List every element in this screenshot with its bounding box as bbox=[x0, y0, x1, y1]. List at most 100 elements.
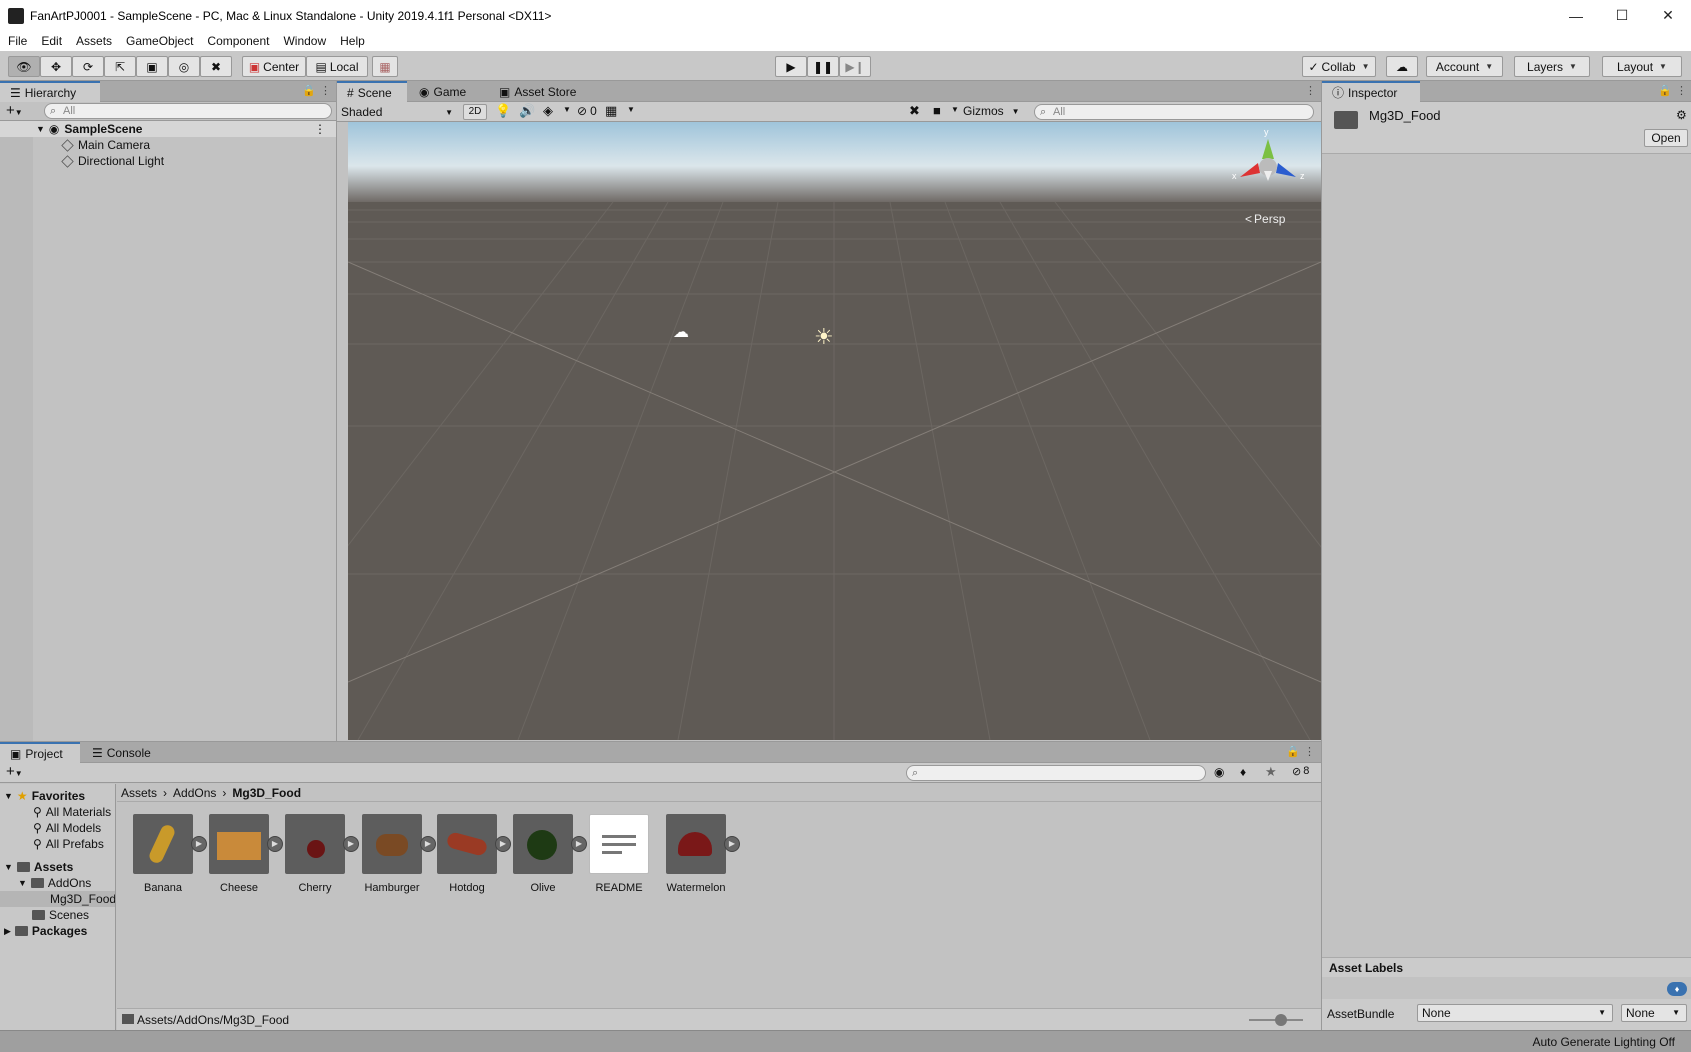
menu-edit[interactable]: Edit bbox=[41, 34, 62, 48]
search-by-type-icon[interactable]: ◉ bbox=[1214, 765, 1224, 779]
scene-menu-icon[interactable]: ⋮ bbox=[314, 122, 326, 136]
asset-item[interactable]: ▶ Hamburger bbox=[357, 814, 436, 894]
2d-toggle-button[interactable]: 2D bbox=[463, 104, 487, 120]
favorites-item[interactable]: ⚲ All Models bbox=[33, 820, 101, 836]
scenes-node[interactable]: Scenes bbox=[32, 907, 89, 923]
effects-icon[interactable]: ◈ bbox=[543, 103, 553, 119]
chevron-down-icon[interactable]: ▼ bbox=[627, 105, 635, 114]
breadcrumb-item[interactable]: AddOns bbox=[173, 786, 216, 800]
settings-gear-icon[interactable]: ⚙ bbox=[1676, 108, 1687, 122]
cloud-icon[interactable]: ☁ bbox=[1386, 56, 1418, 77]
add-icon[interactable]: +▼ bbox=[6, 763, 23, 780]
rotate-tool-icon[interactable]: ⟳ bbox=[72, 56, 104, 77]
transform-tool-icon[interactable]: ◎ bbox=[168, 56, 200, 77]
maximize-icon[interactable]: ☐ bbox=[1599, 0, 1645, 31]
scale-tool-icon[interactable]: ⇱ bbox=[104, 56, 136, 77]
panel-menu-icon[interactable]: ⋮ bbox=[320, 84, 331, 97]
search-by-label-icon[interactable]: ♦ bbox=[1240, 765, 1246, 779]
custom-tool-icon[interactable]: ✖ bbox=[200, 56, 232, 77]
chevron-down-icon[interactable]: ▼ bbox=[563, 105, 571, 114]
layers-dropdown[interactable]: Layers ▼ bbox=[1514, 56, 1590, 77]
tab-scene[interactable]: # Scene bbox=[337, 81, 407, 102]
scene-search-input[interactable]: All bbox=[1034, 104, 1314, 120]
lock-icon[interactable]: 🔒 bbox=[1286, 745, 1300, 758]
collab-dropdown[interactable]: ✓ Collab ▼ bbox=[1302, 56, 1376, 77]
lock-icon[interactable]: 🔒 bbox=[302, 84, 316, 97]
menu-help[interactable]: Help bbox=[340, 34, 365, 48]
favorites-item[interactable]: ⚲ All Prefabs bbox=[33, 836, 104, 852]
menu-window[interactable]: Window bbox=[283, 34, 326, 48]
move-tool-icon[interactable]: ✥ bbox=[40, 56, 72, 77]
scene-row[interactable]: ▼ ◉ SampleScene ⋮ bbox=[0, 121, 336, 137]
assetbundle-dropdown[interactable]: None ▼ bbox=[1417, 1004, 1613, 1022]
persp-toggle[interactable]: < Persp bbox=[1245, 212, 1285, 226]
tools-icon[interactable]: ✖ bbox=[909, 103, 920, 119]
chevron-down-icon[interactable]: ▼ bbox=[951, 105, 959, 114]
tab-hierarchy[interactable]: ☰ Hierarchy bbox=[0, 81, 100, 102]
view-tool-icon[interactable]: 👁 bbox=[8, 56, 40, 77]
add-icon[interactable]: +▼ bbox=[6, 102, 23, 119]
lock-icon[interactable]: 🔒 bbox=[1658, 84, 1672, 97]
minimize-icon[interactable]: — bbox=[1553, 0, 1599, 31]
rect-tool-icon[interactable]: ▣ bbox=[136, 56, 168, 77]
pause-button[interactable]: ❚❚ bbox=[807, 56, 839, 77]
scene-viewport[interactable]: ☁ ☀ y x z < Persp bbox=[348, 122, 1321, 740]
addons-node[interactable]: ▼ AddOns bbox=[18, 875, 91, 891]
project-search-input[interactable] bbox=[906, 765, 1206, 781]
assets-node[interactable]: ▼ Assets bbox=[4, 859, 73, 875]
panel-menu-icon[interactable]: ⋮ bbox=[1676, 84, 1687, 97]
pivot-center-button[interactable]: ▣ Center bbox=[242, 56, 306, 77]
camera-icon[interactable]: ■ bbox=[933, 103, 941, 118]
hierarchy-item[interactable]: Main Camera bbox=[61, 137, 150, 153]
orientation-gizmo[interactable]: y x z bbox=[1228, 127, 1308, 207]
asset-item[interactable]: ▶ Banana bbox=[128, 814, 207, 894]
tab-game[interactable]: ◉ Game bbox=[409, 81, 476, 102]
tab-project[interactable]: ▣ Project bbox=[0, 742, 80, 763]
menu-assets[interactable]: Assets bbox=[76, 34, 112, 48]
label-tag-icon[interactable]: ♦ bbox=[1667, 982, 1687, 996]
shading-mode-dropdown[interactable]: Shaded ▼ bbox=[341, 104, 457, 120]
lighting-icon[interactable]: 💡 bbox=[495, 103, 511, 119]
asset-item[interactable]: ▶ Cherry bbox=[280, 814, 359, 894]
asset-item[interactable]: ▶ Hotdog bbox=[432, 814, 511, 894]
packages-node[interactable]: ▶ Packages bbox=[4, 923, 87, 939]
account-dropdown[interactable]: Account ▼ bbox=[1426, 56, 1503, 77]
tab-inspector[interactable]: ⓘ Inspector bbox=[1322, 81, 1420, 102]
hidden-objects-toggle[interactable]: ⊘ 0 bbox=[577, 104, 597, 118]
panel-menu-icon[interactable]: ⋮ bbox=[1305, 84, 1316, 97]
breadcrumb-item[interactable]: Assets bbox=[121, 786, 157, 800]
asset-item[interactable]: README bbox=[584, 814, 654, 894]
play-button[interactable]: ▶ bbox=[775, 56, 807, 77]
asset-item[interactable]: ▶ Watermelon bbox=[661, 814, 740, 894]
mg3d-food-node[interactable]: Mg3D_Food bbox=[0, 891, 115, 907]
favorites-item[interactable]: ⚲ All Materials bbox=[33, 804, 111, 820]
tab-asset-store[interactable]: ▣ Asset Store bbox=[489, 81, 586, 102]
favorites-node[interactable]: ▼ ★ Favorites bbox=[4, 788, 85, 804]
pivot-local-button[interactable]: ▤ Local bbox=[306, 56, 368, 77]
close-icon[interactable]: ✕ bbox=[1645, 0, 1691, 31]
menu-component[interactable]: Component bbox=[207, 34, 269, 48]
step-button[interactable]: ▶❙ bbox=[839, 56, 871, 77]
light-gizmo-icon[interactable]: ☀ bbox=[814, 324, 834, 350]
menu-gameobject[interactable]: GameObject bbox=[126, 34, 193, 48]
open-button[interactable]: Open bbox=[1644, 129, 1688, 147]
assetbundle-variant-dropdown[interactable]: None ▼ bbox=[1621, 1004, 1687, 1022]
slider-handle[interactable] bbox=[1275, 1014, 1287, 1026]
snap-icon[interactable]: ▦ bbox=[372, 56, 398, 77]
tab-console[interactable]: ☰ Console bbox=[82, 742, 161, 763]
panel-menu-icon[interactable]: ⋮ bbox=[1304, 745, 1315, 758]
asset-item[interactable]: ▶ Olive bbox=[508, 814, 587, 894]
audio-icon[interactable]: 🔊 bbox=[519, 103, 535, 119]
layout-dropdown[interactable]: Layout ▼ bbox=[1602, 56, 1682, 77]
menu-file[interactable]: File bbox=[8, 34, 27, 48]
gizmos-dropdown[interactable]: Gizmos ▼ bbox=[963, 104, 1020, 118]
camera-gizmo-icon[interactable]: ☁ bbox=[673, 322, 689, 342]
breadcrumb-item[interactable]: Mg3D_Food bbox=[232, 786, 301, 800]
hidden-packages-toggle[interactable]: ⊘ 8 bbox=[1292, 765, 1309, 778]
asset-item[interactable]: ▶ Cheese bbox=[204, 814, 283, 894]
hierarchy-item[interactable]: Directional Light bbox=[61, 153, 164, 169]
expand-prefab-icon[interactable]: ▶ bbox=[724, 836, 740, 852]
hierarchy-search-input[interactable]: All bbox=[44, 103, 332, 119]
grid-toggle-icon[interactable]: ▦ bbox=[605, 103, 617, 119]
favorite-star-icon[interactable]: ★ bbox=[1265, 764, 1277, 780]
